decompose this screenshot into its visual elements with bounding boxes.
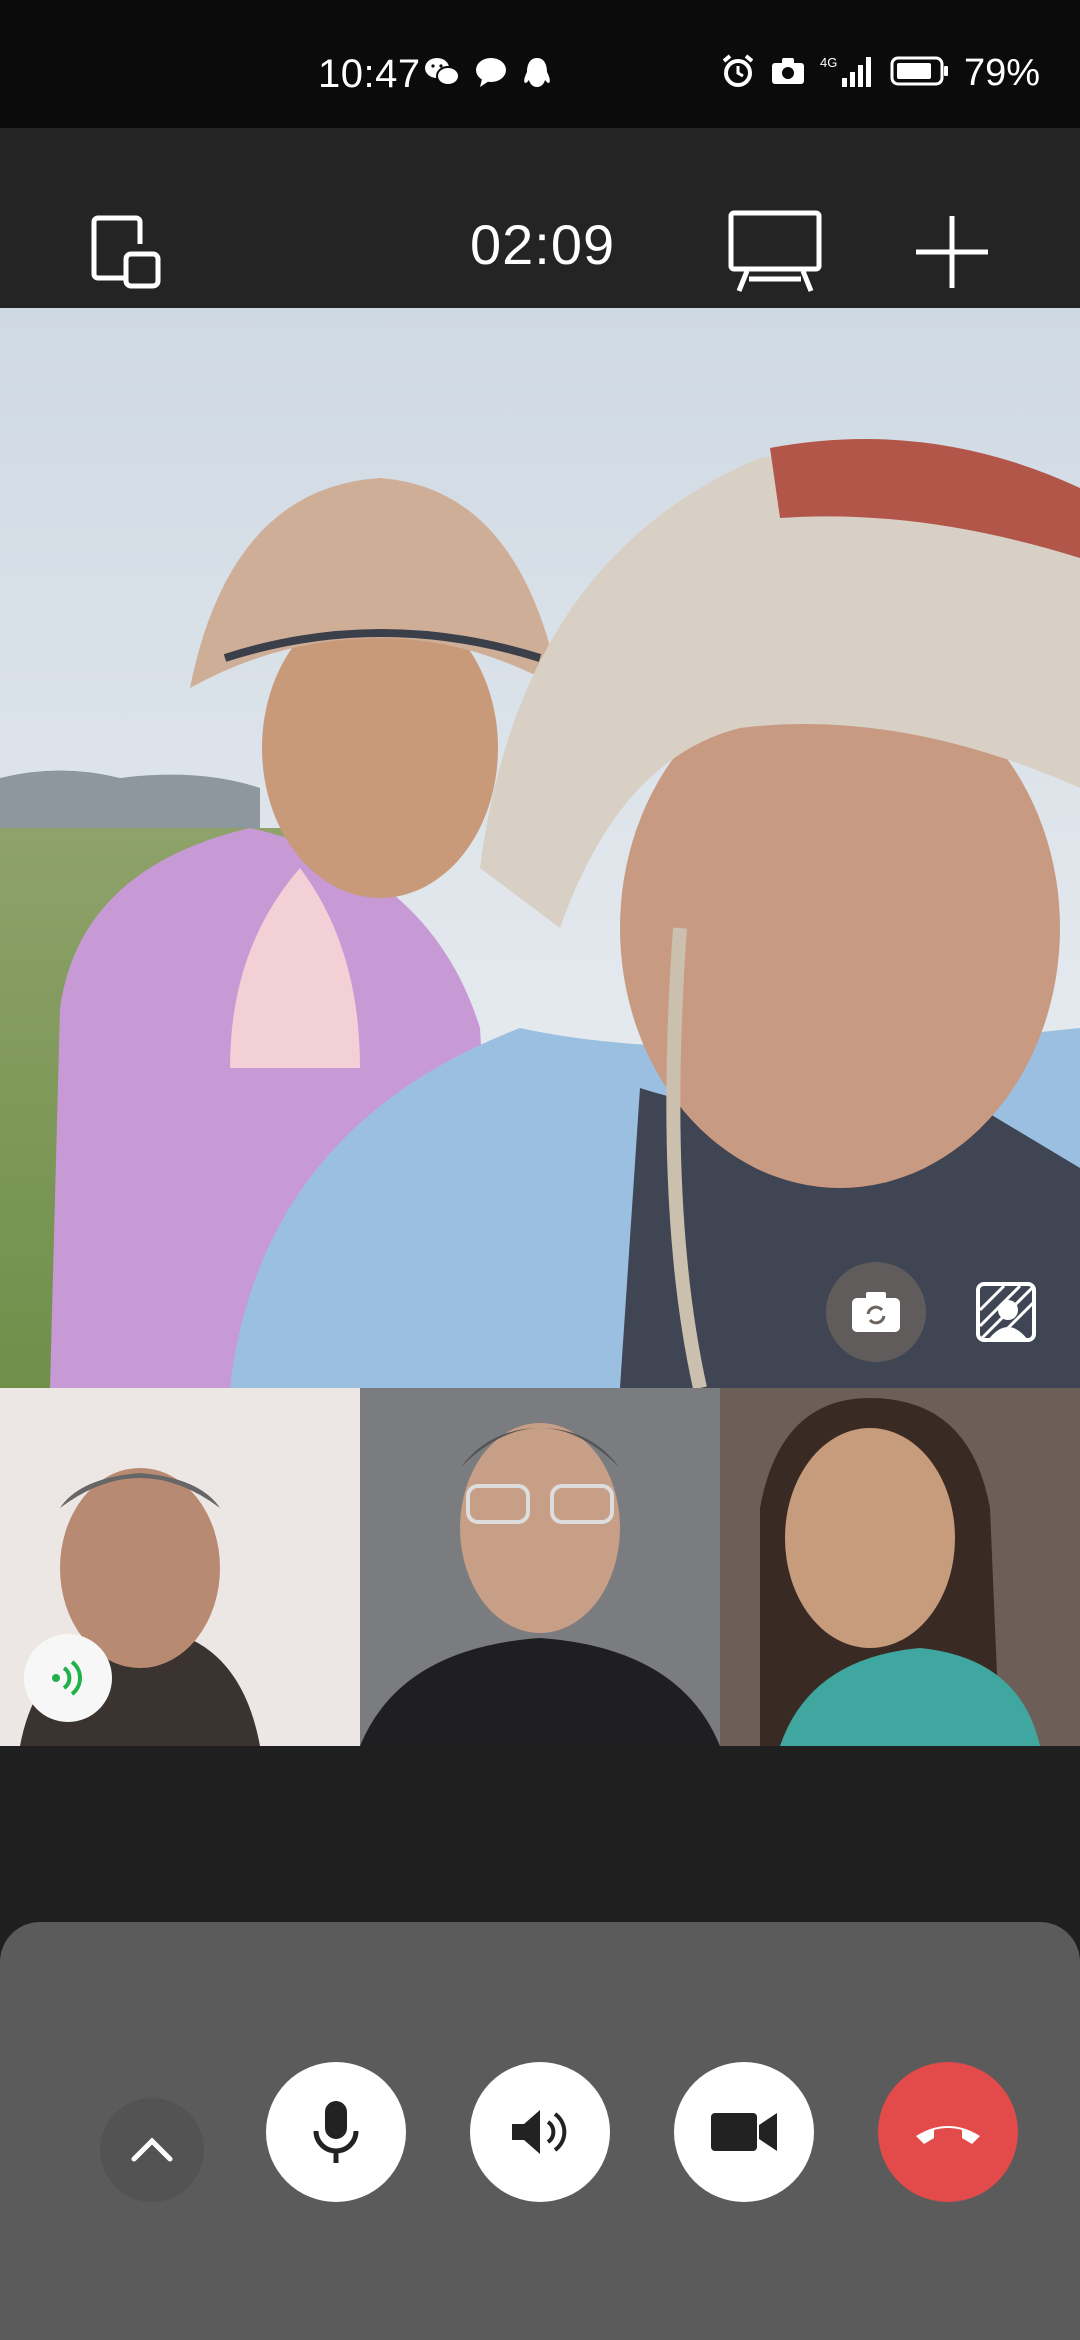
hang-up-button[interactable] xyxy=(878,2062,1018,2202)
screen-share-icon xyxy=(728,210,822,292)
participant-thumbnail-3[interactable] xyxy=(720,1388,1080,1746)
video-camera-icon xyxy=(711,2113,777,2151)
virtual-background-icon xyxy=(976,1282,1036,1342)
add-participant-icon xyxy=(916,216,988,288)
participant-thumbnail-2[interactable] xyxy=(360,1388,720,1746)
speaker-button[interactable] xyxy=(470,2062,610,2202)
microphone-button[interactable] xyxy=(266,2062,406,2202)
screen-share-button[interactable] xyxy=(720,202,830,302)
status-left-icons xyxy=(424,56,552,95)
alarm-icon xyxy=(720,53,756,94)
virtual-background-button[interactable] xyxy=(956,1262,1056,1362)
speaking-indicator xyxy=(24,1634,112,1722)
switch-camera-button[interactable] xyxy=(826,1262,926,1362)
wechat-icon xyxy=(424,56,460,95)
call-controls-panel xyxy=(0,1922,1080,2340)
signal-icon: 4G xyxy=(820,54,876,93)
speaking-icon xyxy=(52,1660,82,1696)
minimize-window-button[interactable] xyxy=(78,202,178,302)
main-video[interactable] xyxy=(0,308,1080,1388)
call-timer: 02:09 xyxy=(470,213,616,276)
add-participant-button[interactable] xyxy=(902,202,1002,302)
hang-up-icon xyxy=(916,2126,980,2144)
speaker-icon xyxy=(512,2110,567,2154)
call-header: 02:09 xyxy=(0,128,1080,308)
status-right: 4G 79% xyxy=(720,52,1040,95)
status-bar: 10:47 4G 79% xyxy=(0,0,1080,128)
message-icon xyxy=(474,56,508,95)
network-type: 4G xyxy=(820,55,837,70)
status-time: 10:47 xyxy=(318,52,421,96)
camera-toggle-button[interactable] xyxy=(674,2062,814,2202)
switch-camera-icon xyxy=(852,1292,900,1332)
battery-percent: 79% xyxy=(963,52,1040,94)
minimize-window-icon xyxy=(91,215,161,289)
qq-icon xyxy=(522,56,552,95)
expand-controls-button[interactable] xyxy=(100,2098,204,2202)
chevron-up-icon xyxy=(131,2137,173,2162)
camera-icon xyxy=(770,56,806,91)
microphone-icon xyxy=(313,2101,359,2163)
battery-icon xyxy=(890,55,950,92)
